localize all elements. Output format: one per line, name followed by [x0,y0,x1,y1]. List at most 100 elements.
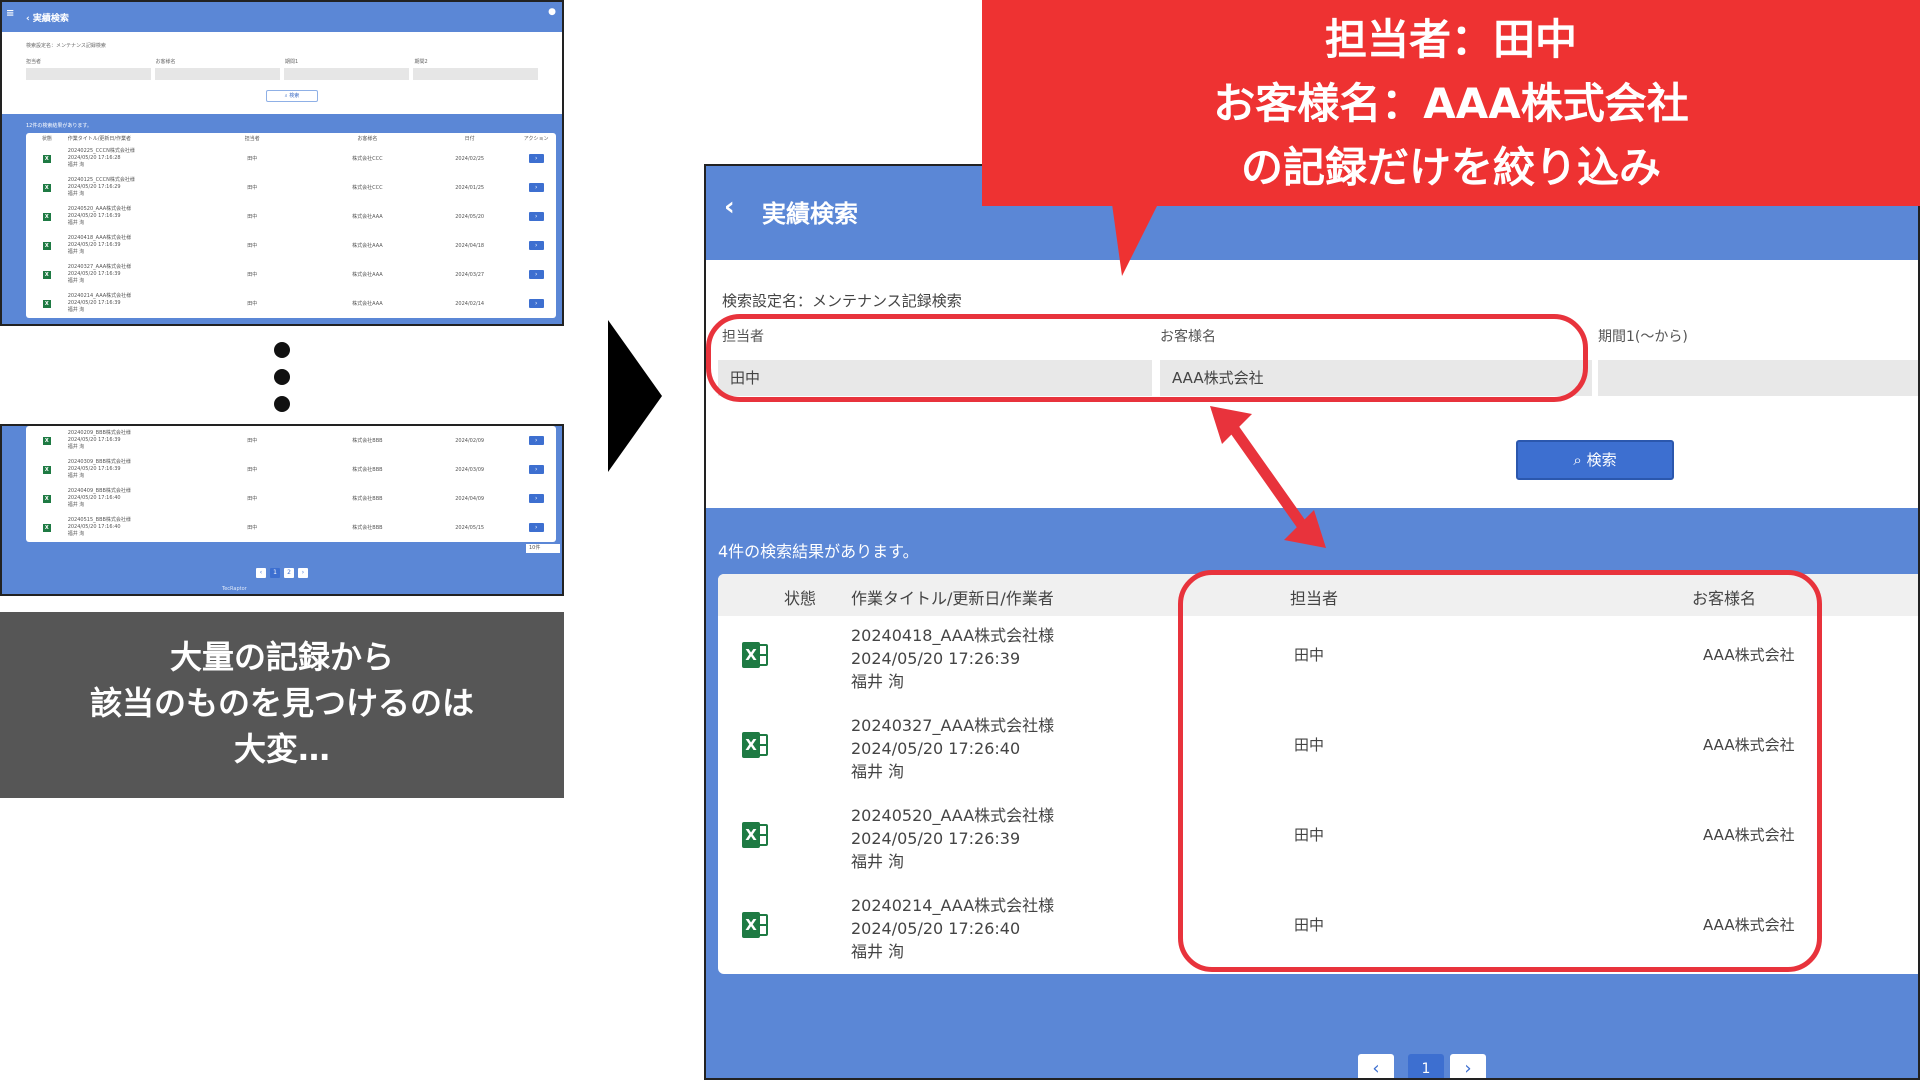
search-button[interactable]: ⌕ 検索 [1516,440,1674,480]
thumb-input[interactable] [155,68,280,80]
thumb-label: 担当者 [26,59,42,65]
thumb-result-count: 12件の検索結果があります。 [26,123,92,129]
title-line: 20240418_AAA株式会社様 [67,235,132,241]
title-line: 2024/05/20 17:16:39 [67,300,121,306]
open-record-button[interactable]: › [528,465,544,474]
user-icon[interactable]: ● [548,7,556,17]
table-row[interactable]: X 20240309_BBB株式会社様 2024/05/20 17:16:39 福井 … [26,455,556,484]
pager-prev-button[interactable]: ‹ [256,568,266,578]
title-cell: 20240327_AAA株式会社様 2024/05/20 17:26:40 福井 洵 [851,714,1054,783]
status-cell: X [26,523,68,532]
caption-problem: 大量の記録から 該当のものを見つけるのは 大変… [0,612,564,798]
customer-cell: 株式会社CCC [352,185,383,191]
table-row[interactable]: X 20240515_BBB株式会社様 2024/05/20 17:16:40 福井 … [26,513,556,542]
title-line: 20240214_AAA株式会社様 [67,293,132,299]
pager-page-button[interactable]: 2 [284,568,294,578]
title-line: 20240125_CCCN株式会社様 [67,177,135,183]
pager-next-button[interactable]: › [1450,1054,1486,1078]
open-record-button[interactable]: › [528,154,544,163]
table-row[interactable]: X 20240209_BBB株式会社様 2024/05/20 17:16:39 福井 … [26,426,556,455]
open-record-button[interactable]: › [528,523,544,532]
open-record-button[interactable]: › [528,241,544,250]
title-line: 20240327_AAA株式会社様 [67,264,132,270]
title-line: 福井 洵 [851,942,905,961]
date-cell: 2024/03/27 [455,271,485,278]
table-row[interactable]: X 20240214_AAA株式会社様 2024/05/20 17:16:39 福井 … [26,289,556,318]
title-line: 福井 洵 [67,249,85,255]
staff-cell: 田中 [247,301,258,307]
page-title: 実績検索 [762,200,858,228]
caption-line: 大量の記録から [169,638,394,676]
thumb-input[interactable] [413,68,538,80]
title-line: 20240225_CCCN株式会社様 [67,148,135,154]
title-cell: 20240125_CCCN株式会社様 2024/05/20 17:16:29 福井 … [68,177,193,198]
status-cell: X [26,212,68,221]
table-row[interactable]: X 20240225_CCCN株式会社様 2024/05/20 17:16:28 福井… [26,144,556,173]
excel-badge: X [742,912,760,938]
thumb-search-form: 検索設定名：メンテナンス記録検索 担当者 お客様名 期間1 期間2 ⌕ 検索 [2,32,562,114]
per-page-select[interactable]: 10件 [526,544,560,553]
staff-cell: 田中 [247,467,258,473]
period1-input[interactable] [1598,360,1918,396]
title-cell: 20240515_BBB株式会社様 2024/05/20 17:16:40 福井 洵 [68,517,193,538]
date-cell: 2024/02/25 [455,155,485,162]
title-line: 2024/05/20 17:16:39 [67,437,121,443]
title-line: 2024/05/20 17:26:39 [851,649,1021,668]
search-icon: ⌕ [1573,451,1582,469]
open-record-button[interactable]: › [528,299,544,308]
thumb-labels: 担当者 お客様名 期間1 期間2 [26,58,538,65]
excel-badge: X [742,732,760,758]
pager-prev-button[interactable]: ‹ [1358,1054,1394,1078]
date-cell: 2024/04/09 [455,495,485,502]
thumb-input[interactable] [284,68,409,80]
date-cell: 2024/05/15 [455,524,485,531]
pager-next-button[interactable]: › [298,568,308,578]
pager-page-button[interactable]: 1 [1408,1054,1444,1078]
thumb-rows: X 20240225_CCCN株式会社様 2024/05/20 17:16:28 福井… [26,144,556,318]
action-cell: › [516,299,556,308]
open-record-button[interactable]: › [528,494,544,503]
date-cell: 2024/02/09 [455,437,485,444]
title-line: 20240409_BBB株式会社様 [67,488,131,494]
staff-cell: 田中 [247,438,258,444]
excel-icon: X [42,212,51,221]
back-icon[interactable]: ‹ [724,192,735,222]
thumb-results-table: 状態 作業タイトル/更新日/作業者 担当者 お客様名 日付 アクション X 202… [26,133,556,318]
title-line: 20240209_BBB株式会社様 [67,430,131,436]
table-row[interactable]: X 20240327_AAA株式会社様 2024/05/20 17:16:39 福井 … [26,260,556,289]
highlight-ring-results [1178,570,1822,972]
excel-icon: X [42,299,51,308]
title-line: 福井 洵 [67,278,85,284]
title-line: 福井 洵 [851,762,905,781]
open-record-button[interactable]: › [528,270,544,279]
table-row[interactable]: X 20240520_AAA株式会社様 2024/05/20 17:16:39 福井 … [26,202,556,231]
pager-page-button[interactable]: 1 [270,568,280,578]
title-line: 2024/05/20 17:26:39 [851,829,1021,848]
title-cell: 20240209_BBB株式会社様 2024/05/20 17:16:39 福井 洵 [68,430,193,451]
title-line: 20240520_AAA株式会社様 [67,206,132,212]
date-cell: 2024/05/20 [455,213,485,220]
table-row[interactable]: X 20240125_CCCN株式会社様 2024/05/20 17:16:29 福井… [26,173,556,202]
thumb-pager: ‹ 1 2 › [2,568,562,578]
thumb-input[interactable] [26,68,151,80]
excel-badge: X [742,642,760,668]
staff-cell: 田中 [247,185,258,191]
action-cell: › [516,494,556,503]
search-setting-name: 検索設定名：メンテナンス記録検索 [722,292,962,310]
ellipsis-dots [274,342,290,423]
customer-cell: 株式会社CCC [352,156,383,162]
title-line: 20240214_AAA株式会社様 [851,896,1055,915]
filter-callout: 担当者：田中 お客様名：AAA株式会社 の記録だけを絞り込み [982,0,1920,206]
callout-tail [1112,204,1158,276]
open-record-button[interactable]: › [528,212,544,221]
table-row[interactable]: X 20240409_BBB株式会社様 2024/05/20 17:16:40 福井 … [26,484,556,513]
title-cell: 20240418_AAA株式会社様 2024/05/20 17:26:39 福井 洵 [851,624,1054,693]
open-record-button[interactable]: › [528,436,544,445]
title-line: 2024/05/20 17:26:40 [851,739,1021,758]
table-row[interactable]: X 20240418_AAA株式会社様 2024/05/20 17:16:39 福井 … [26,231,556,260]
title-line: 福井 洵 [67,191,85,197]
thumb-search-button[interactable]: ⌕ 検索 [266,90,318,102]
col-status: 状態 [784,589,817,608]
open-record-button[interactable]: › [528,183,544,192]
menu-icon[interactable]: ≡ [6,8,14,19]
